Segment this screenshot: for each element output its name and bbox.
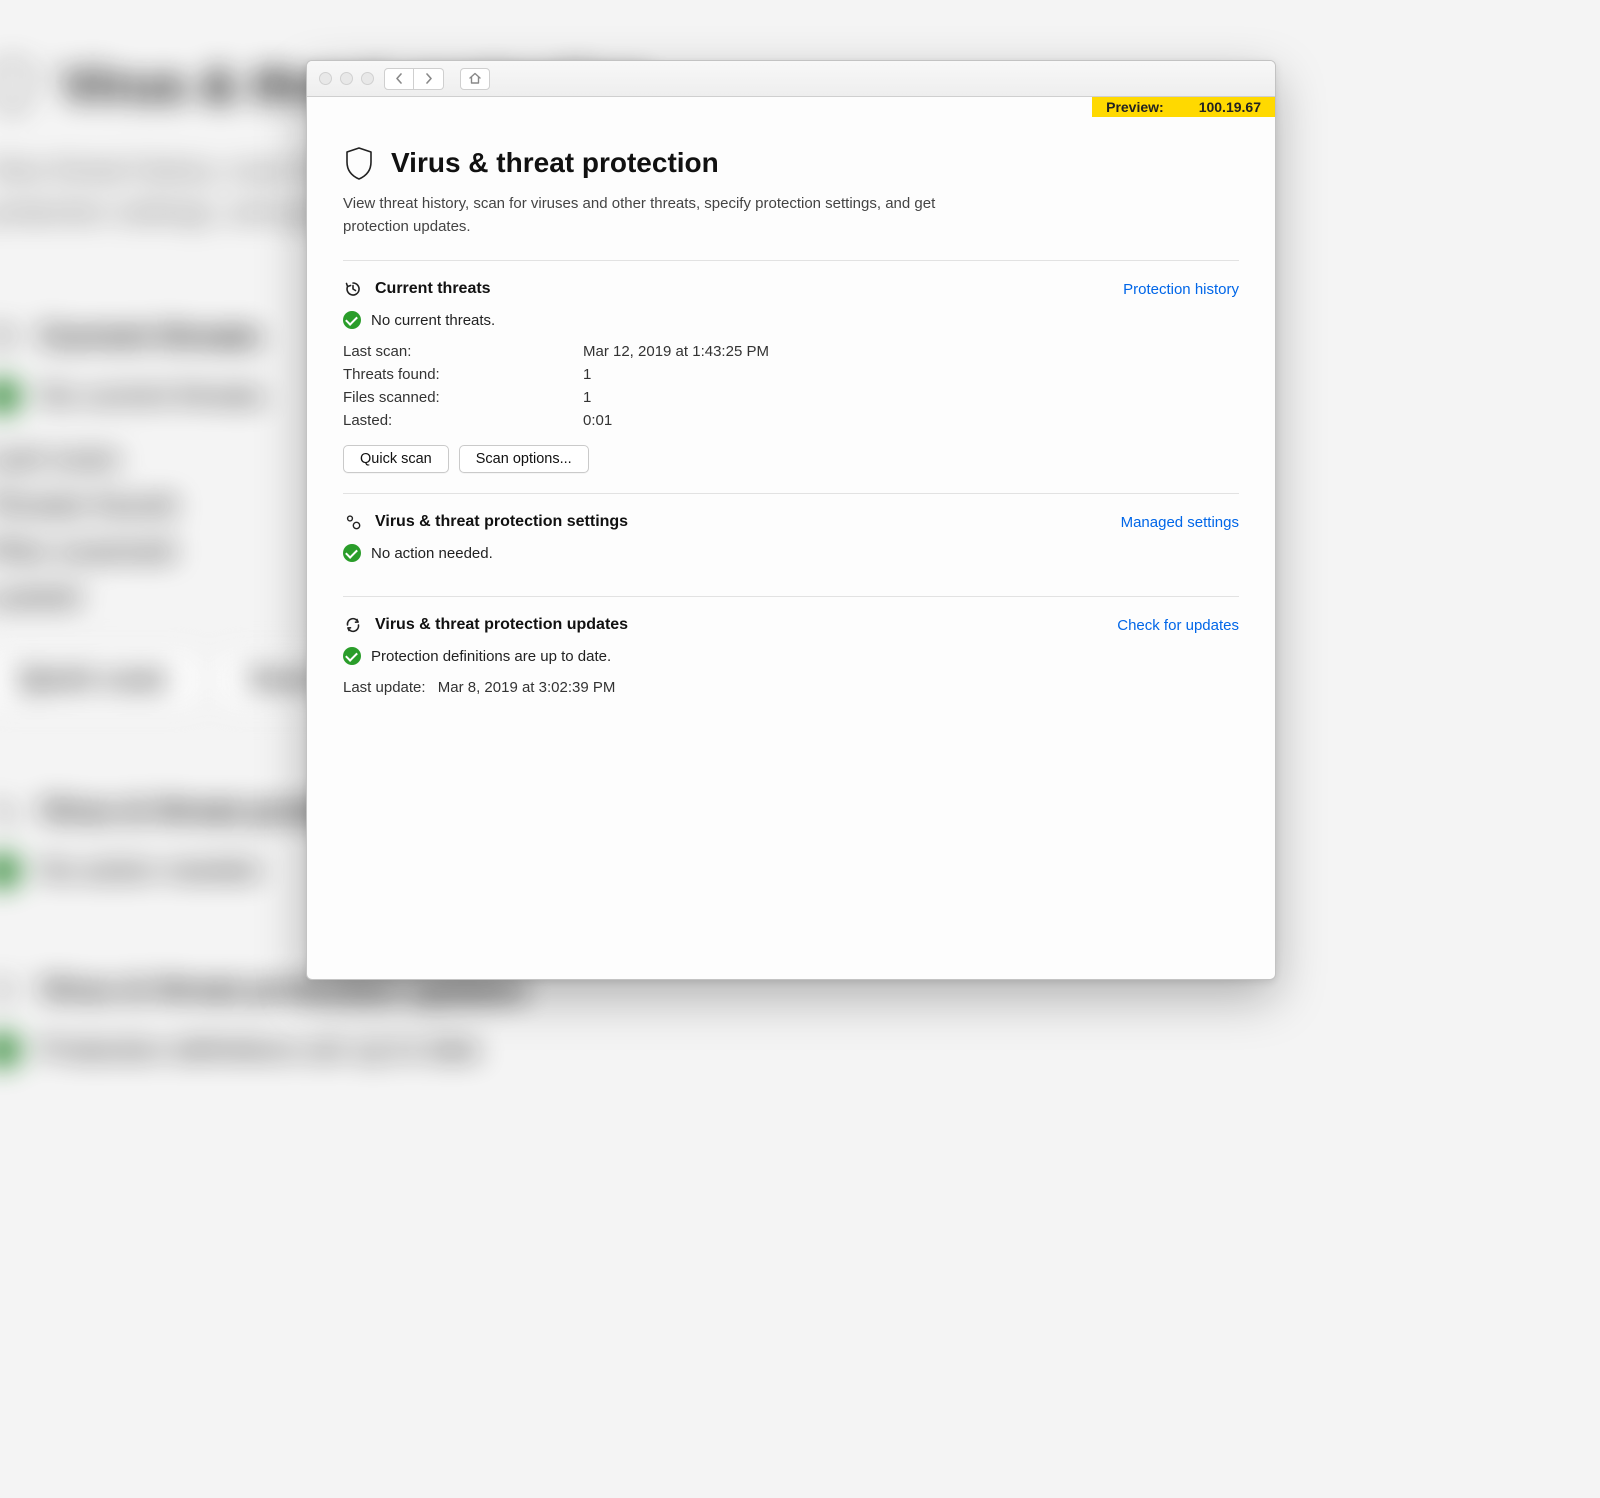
chevron-left-icon xyxy=(395,73,404,84)
check-circle-icon xyxy=(0,379,20,413)
check-circle-icon xyxy=(0,854,20,888)
page-description: View threat history, scan for viruses an… xyxy=(343,193,983,238)
check-circle-icon xyxy=(343,544,361,562)
settings-status: No action needed. xyxy=(371,545,493,562)
scan-options-button[interactable]: Scan options... xyxy=(459,445,589,473)
preview-label: Preview: xyxy=(1106,99,1164,115)
check-circle-icon xyxy=(0,1033,20,1067)
history-icon xyxy=(343,279,363,299)
forward-button[interactable] xyxy=(414,68,444,90)
traffic-lights xyxy=(319,72,374,85)
last-update-label: Last update: xyxy=(343,679,426,696)
last-scan-label: Last scan: xyxy=(343,343,583,360)
updates-status: Protection definitions are up to date. xyxy=(371,648,611,665)
window-titlebar xyxy=(307,61,1275,97)
close-window-button[interactable] xyxy=(319,72,332,85)
protection-history-link[interactable]: Protection history xyxy=(1123,281,1239,298)
threats-found-value: 1 xyxy=(583,366,1239,383)
section-current-threats: Current threats Protection history No cu… xyxy=(343,261,1239,493)
files-scanned-label: Files scanned: xyxy=(343,389,583,406)
last-update-value: Mar 8, 2019 at 3:02:39 PM xyxy=(438,679,616,696)
check-for-updates-link[interactable]: Check for updates xyxy=(1117,617,1239,634)
gear-icon xyxy=(0,794,20,828)
section-updates: Virus & threat protection updates Check … xyxy=(343,597,1239,716)
current-threats-heading: Current threats xyxy=(375,280,491,298)
home-button[interactable] xyxy=(460,68,490,90)
settings-heading: Virus & threat protection settings xyxy=(375,513,628,531)
bg-settings-status: No action needed. xyxy=(39,855,266,887)
section-settings: Virus & threat protection settings Manag… xyxy=(343,494,1239,596)
minimize-window-button[interactable] xyxy=(340,72,353,85)
shield-icon xyxy=(343,145,375,181)
gear-icon xyxy=(343,512,363,532)
lasted-value: 0:01 xyxy=(583,412,1239,429)
last-scan-value: Mar 12, 2019 at 1:43:25 PM xyxy=(583,343,1239,360)
chevron-right-icon xyxy=(424,73,433,84)
quick-scan-button[interactable]: Quick scan xyxy=(343,445,449,473)
home-icon xyxy=(468,72,482,85)
current-threats-status: No current threats. xyxy=(371,312,495,329)
files-scanned-value: 1 xyxy=(583,389,1239,406)
check-circle-icon xyxy=(343,311,361,329)
nav-back-forward xyxy=(384,68,444,90)
refresh-icon xyxy=(343,615,363,635)
check-circle-icon xyxy=(343,647,361,665)
refresh-icon xyxy=(0,973,20,1007)
preview-version: 100.19.67 xyxy=(1199,99,1261,115)
back-button[interactable] xyxy=(384,68,414,90)
page-title: Virus & threat protection xyxy=(391,147,719,179)
lasted-label: Lasted: xyxy=(343,412,583,429)
bg-threats-status: No current threats. xyxy=(39,380,271,412)
window-body: Virus & threat protection View threat hi… xyxy=(307,117,1275,979)
threats-found-label: Threats found: xyxy=(343,366,583,383)
history-icon xyxy=(0,319,20,353)
app-window: Preview: 100.19.67 Virus & threat protec… xyxy=(306,60,1276,980)
updates-heading: Virus & threat protection updates xyxy=(375,616,628,634)
managed-settings-link[interactable]: Managed settings xyxy=(1121,514,1239,531)
bg-quick-scan-button: Quick scan xyxy=(0,651,200,708)
zoom-window-button[interactable] xyxy=(361,72,374,85)
bg-updates-status: Protection definitions are up to date. xyxy=(39,1034,487,1066)
preview-badge: Preview: 100.19.67 xyxy=(1092,97,1275,117)
shield-icon xyxy=(0,56,39,115)
bg-threats-heading: Current threats xyxy=(39,318,261,354)
